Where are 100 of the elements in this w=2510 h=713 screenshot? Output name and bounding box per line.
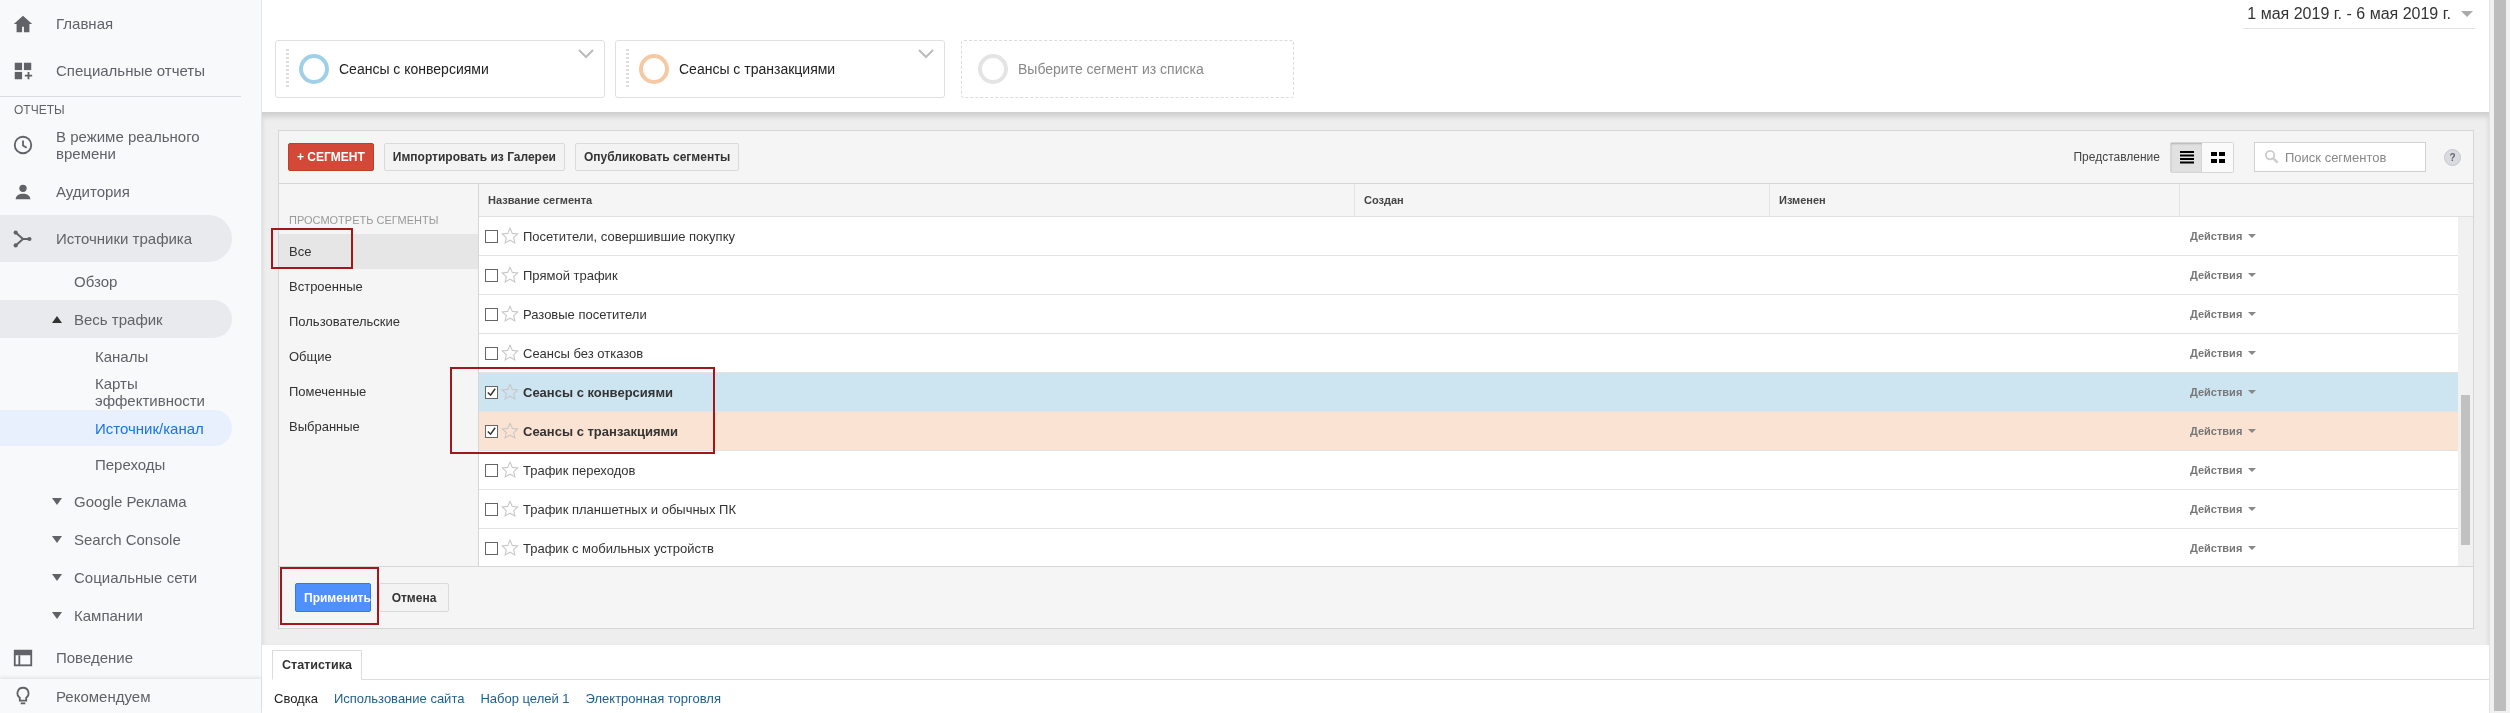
drag-handle-icon bbox=[626, 49, 629, 89]
star-outline-icon[interactable] bbox=[501, 227, 519, 245]
star-outline-icon[interactable] bbox=[501, 383, 519, 401]
nav-item[interactable]: Переходы bbox=[0, 446, 232, 482]
filter-item[interactable]: Помеченные bbox=[279, 374, 478, 409]
filter-item[interactable]: Встроенные bbox=[279, 269, 478, 304]
nav-item[interactable]: Аудитория bbox=[0, 168, 232, 215]
actions-dropdown[interactable]: Действия bbox=[2190, 464, 2257, 476]
checkbox[interactable] bbox=[485, 307, 498, 321]
filter-item[interactable]: Все bbox=[279, 234, 478, 269]
filter-item[interactable]: Пользовательские bbox=[279, 304, 478, 339]
actions-dropdown[interactable]: Действия bbox=[2190, 308, 2257, 320]
section-label: ОТЧЕТЫ bbox=[13, 102, 66, 119]
report-tab[interactable]: Статистика bbox=[272, 650, 362, 680]
new-segment-button[interactable]: + СЕГМЕНТ bbox=[288, 143, 374, 171]
column-header: Изменен bbox=[1770, 184, 2180, 216]
checkbox[interactable] bbox=[485, 424, 498, 438]
toolbar-button[interactable]: Импортировать из Галереи bbox=[383, 143, 565, 171]
segment-row[interactable]: Сеансы с конверсиями Действия bbox=[479, 373, 2458, 412]
filter-item[interactable]: Общие bbox=[279, 339, 478, 374]
segment-row[interactable]: Сеансы с транзакциями Действия bbox=[479, 412, 2458, 451]
nav-item[interactable]: Карты эффективности bbox=[0, 374, 232, 410]
segment-name[interactable]: Трафик планшетных и обычных ПК bbox=[523, 501, 736, 517]
segment-card[interactable]: Сеансы с конверсиями bbox=[275, 40, 605, 98]
report-link[interactable]: Сводка bbox=[274, 691, 318, 706]
segment-row[interactable]: Посетители, совершившие покупку Действия bbox=[479, 217, 2458, 256]
actions-dropdown[interactable]: Действия bbox=[2190, 425, 2257, 437]
segment-name[interactable]: Сеансы с конверсиями bbox=[523, 384, 674, 400]
report-link[interactable]: Электронная торговля bbox=[585, 691, 721, 706]
segment-drop-slot[interactable]: Выберите сегмент из списка bbox=[961, 40, 1294, 98]
view-toggle-button[interactable] bbox=[2171, 142, 2202, 172]
actions-dropdown[interactable]: Действия bbox=[2190, 269, 2257, 281]
view-label: Представление bbox=[2073, 150, 2160, 164]
checkbox[interactable] bbox=[485, 229, 498, 243]
segment-name[interactable]: Трафик с мобильных устройств bbox=[523, 540, 714, 556]
chevron-down-icon bbox=[578, 49, 594, 59]
cancel-button[interactable]: Отмена bbox=[379, 583, 449, 612]
star-outline-icon[interactable] bbox=[501, 500, 519, 518]
list-view-icon bbox=[2177, 148, 2196, 166]
star-outline-icon[interactable] bbox=[501, 344, 519, 362]
star-outline-icon[interactable] bbox=[501, 461, 519, 479]
actions-dropdown[interactable]: Действия bbox=[2190, 347, 2257, 359]
filter-heading: ПРОСМОТРЕТЬ СЕГМЕНТЫ bbox=[288, 214, 440, 228]
segment-row[interactable]: Трафик планшетных и обычных ПК Действия bbox=[479, 490, 2458, 529]
report-link[interactable]: Использование сайта bbox=[333, 691, 465, 706]
report-link[interactable]: Набор целей 1 bbox=[480, 691, 570, 706]
segment-name[interactable]: Сеансы без отказов bbox=[523, 345, 644, 361]
checkbox[interactable] bbox=[485, 502, 498, 516]
segment-row[interactable]: Трафик переходов Действия bbox=[479, 451, 2458, 490]
date-range-dropdown[interactable]: 1 мая 2019 г. - 6 мая 2019 г. bbox=[2243, 0, 2475, 29]
nav-item[interactable]: Google Реклама bbox=[0, 482, 232, 520]
filter-item[interactable]: Выбранные bbox=[279, 409, 478, 444]
nav-item[interactable]: Кампании bbox=[0, 596, 232, 634]
nav-item[interactable]: Специальные отчеты bbox=[0, 47, 232, 94]
scrollbar[interactable] bbox=[2458, 217, 2473, 566]
segment-row[interactable]: Разовые посетители Действия bbox=[479, 295, 2458, 334]
nav-item[interactable]: Весь трафик bbox=[0, 300, 232, 338]
expand-triangle-icon bbox=[52, 535, 62, 543]
search-field[interactable]: Поиск сегментов bbox=[2254, 142, 2426, 172]
expand-triangle-icon bbox=[52, 611, 62, 619]
nav-item[interactable]: Search Console bbox=[0, 520, 232, 558]
star-outline-icon[interactable] bbox=[501, 266, 519, 284]
segment-card[interactable]: Сеансы с транзакциями bbox=[615, 40, 945, 98]
nav-item[interactable]: Социальные сети bbox=[0, 558, 232, 596]
nav-item[interactable]: Источник/канал bbox=[0, 410, 232, 446]
segment-name[interactable]: Разовые посетители bbox=[523, 306, 647, 322]
page-scrollbar[interactable] bbox=[2489, 0, 2510, 713]
checkbox[interactable] bbox=[485, 541, 498, 555]
checkbox[interactable] bbox=[485, 463, 498, 477]
checkbox[interactable] bbox=[485, 268, 498, 282]
toolbar-button[interactable]: Опубликовать сегменты bbox=[575, 143, 740, 171]
segment-name[interactable]: Посетители, совершившие покупку bbox=[523, 228, 735, 244]
nav-item[interactable]: Источники трафика bbox=[0, 215, 232, 262]
nav-item[interactable]: В режиме реального времени bbox=[0, 121, 232, 168]
segment-name[interactable]: Сеансы с транзакциями bbox=[523, 423, 679, 439]
actions-dropdown[interactable]: Действия bbox=[2190, 542, 2257, 554]
checkbox[interactable] bbox=[485, 385, 498, 399]
nav-item[interactable]: Каналы bbox=[0, 338, 232, 374]
actions-dropdown[interactable]: Действия bbox=[2190, 230, 2257, 242]
nav-item[interactable]: Поведение bbox=[0, 634, 232, 679]
segment-name[interactable]: Трафик переходов bbox=[523, 462, 636, 478]
segment-name[interactable]: Прямой трафик bbox=[523, 267, 618, 283]
drag-handle-icon bbox=[286, 49, 289, 89]
star-outline-icon[interactable] bbox=[501, 539, 519, 557]
segment-ring-icon bbox=[978, 54, 1008, 84]
actions-dropdown[interactable]: Действия bbox=[2190, 503, 2257, 515]
caret-icon bbox=[2461, 11, 2473, 17]
view-toggle-button[interactable] bbox=[2202, 142, 2233, 172]
expand-triangle-icon bbox=[52, 573, 62, 581]
help-button[interactable]: ? bbox=[2444, 148, 2461, 166]
star-outline-icon[interactable] bbox=[501, 422, 519, 440]
column-header: Название сегмента bbox=[479, 184, 1355, 216]
nav-item[interactable]: Главная bbox=[0, 0, 232, 47]
nav-item[interactable]: Рекомендуем bbox=[0, 679, 232, 713]
nav-item[interactable]: Обзор bbox=[0, 262, 232, 300]
checkbox[interactable] bbox=[485, 346, 498, 360]
column-header: Создан bbox=[1355, 184, 1770, 216]
collapse-triangle-icon bbox=[52, 315, 62, 323]
segment-row[interactable]: Прямой трафик Действия bbox=[479, 256, 2458, 295]
star-outline-icon[interactable] bbox=[501, 305, 519, 323]
